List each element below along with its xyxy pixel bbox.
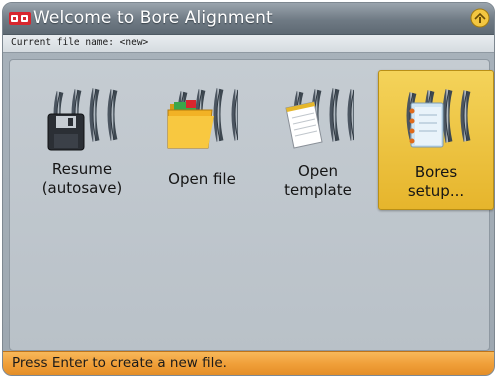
bores-setup-label: Bores setup... <box>407 163 465 200</box>
floppy-disk-icon <box>47 80 118 151</box>
title-bar: Welcome to Bore Alignment <box>3 3 494 35</box>
status-message: Press Enter to create a new file. <box>12 355 227 371</box>
resume-autosave-tile[interactable]: Resume (autosave) <box>24 70 140 210</box>
status-bar: Press Enter to create a new file. <box>3 351 494 375</box>
current-file-bar: Current file name: <new> <box>3 35 494 53</box>
scale-help-icon[interactable] <box>470 8 490 28</box>
open-template-tile[interactable]: Open template <box>260 70 376 210</box>
bores-setup-tile[interactable]: Bores setup... <box>378 70 494 210</box>
open-template-label: Open template <box>284 162 352 199</box>
open-file-label: Open file <box>168 170 236 188</box>
window-title: Welcome to Bore Alignment <box>33 8 273 28</box>
bore-alignment-logo-icon <box>9 12 31 25</box>
folder-icon <box>167 80 238 149</box>
current-file-label: Current file name: <new> <box>11 37 149 48</box>
notebook-icon <box>401 81 473 148</box>
app-window: Welcome to Bore Alignment Current file n… <box>2 2 495 376</box>
template-document-icon <box>285 80 354 149</box>
open-file-tile[interactable]: Open file <box>144 70 260 210</box>
resume-autosave-label: Resume (autosave) <box>41 160 123 197</box>
menu-panel: Resume (autosave) Open file Open templat… <box>9 59 494 351</box>
